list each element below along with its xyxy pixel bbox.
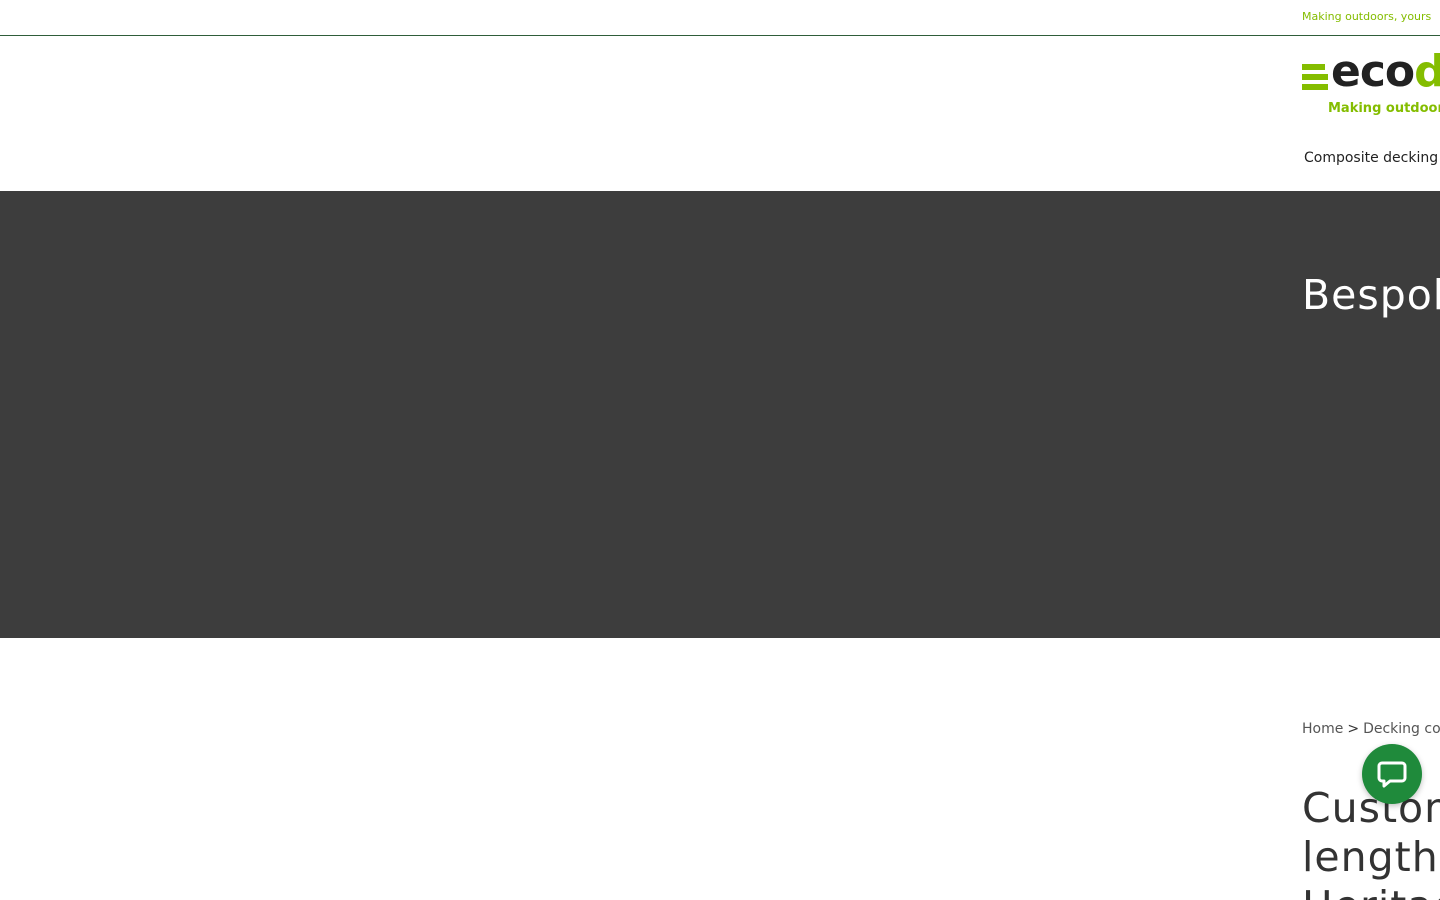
product-title-line: Heritag	[1302, 882, 1440, 900]
product-title: Custom length Heritag	[1302, 784, 1440, 900]
nav-item-composite-decking[interactable]: Composite decking▾	[1304, 150, 1440, 166]
breadcrumb-home[interactable]: Home	[1302, 721, 1343, 737]
logo-wordmark: ecod	[1331, 52, 1440, 96]
main-nav: Composite decking▾	[1304, 150, 1440, 166]
top-strip: Making outdoors, yours	[0, 0, 1440, 36]
site-logo[interactable]: ecod	[1302, 52, 1440, 96]
breadcrumb-current[interactable]: Decking colle	[1363, 721, 1440, 737]
live-chat-button[interactable]	[1362, 744, 1422, 804]
logo-tagline: Making outdoors, y	[1328, 101, 1440, 116]
page: Making outdoors, yours ecod Making outdo…	[0, 0, 1440, 900]
logo-word-green: d	[1414, 52, 1440, 96]
logo-mark-icon	[1302, 64, 1328, 90]
hero-banner: Bespok	[0, 191, 1440, 638]
top-tagline: Making outdoors, yours	[1302, 10, 1432, 23]
hero-title: Bespok	[1302, 271, 1440, 319]
breadcrumb-separator: >	[1347, 721, 1360, 737]
breadcrumb: Home>Decking colle	[1302, 721, 1440, 737]
logo-word-dark: eco	[1331, 52, 1415, 96]
nav-item-label: Composite decking	[1304, 150, 1439, 166]
chat-bubble-icon	[1377, 761, 1407, 788]
product-title-line: length	[1302, 833, 1439, 881]
